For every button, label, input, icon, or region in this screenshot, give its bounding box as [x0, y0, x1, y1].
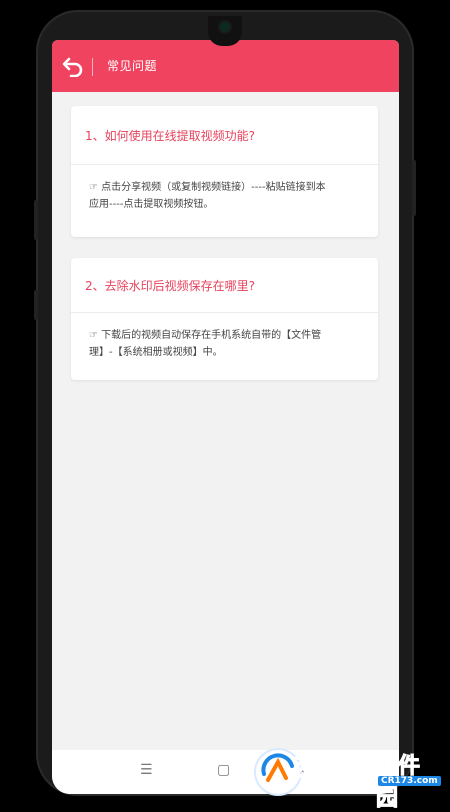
- front-camera: [220, 22, 230, 32]
- faq-card-2: 2、去除水印后视频保存在哪里? ☞ 下载后的视频自动保存在手机系统自带的【文件管…: [71, 258, 378, 380]
- faq-answer-line: 应用----点击提取视频按钮。: [89, 199, 214, 210]
- faq-card-1: 1、如何使用在线提取视频功能? ☞ 点击分享视频（或复制视频链接）----粘贴链…: [71, 106, 378, 237]
- page-title: 常见问题: [107, 59, 158, 73]
- watermark-logo: 西西 软件园 CR173.com: [256, 740, 441, 812]
- home-nav-button[interactable]: ▢: [217, 762, 230, 778]
- screen: 常见问题 1、如何使用在线提取视频功能? ☞ 点击分享视频（或复制视频链接）--…: [52, 40, 399, 794]
- watermark-url: CR173.com: [378, 776, 441, 786]
- faq-answer-line: ☞ 下载后的视频自动保存在手机系统自带的【文件管: [89, 330, 322, 341]
- power-button: [412, 160, 416, 216]
- faq-answer-line: ☞ 点击分享视频（或复制视频链接）----粘贴链接到本: [89, 182, 326, 193]
- faq-answer-line: 理】-【系统相册或视频】中。: [89, 347, 223, 358]
- faq-answer: ☞ 下载后的视频自动保存在手机系统自带的【文件管 理】-【系统相册或视频】中。: [71, 313, 378, 361]
- faq-question: 1、如何使用在线提取视频功能?: [71, 106, 378, 165]
- appbar-divider: [92, 58, 93, 76]
- faq-answer: ☞ 点击分享视频（或复制视频链接）----粘贴链接到本 应用----点击提取视频…: [71, 165, 378, 213]
- menu-nav-button[interactable]: ☰: [140, 762, 153, 778]
- faq-question: 2、去除水印后视频保存在哪里?: [71, 258, 378, 313]
- app-bar: 常见问题: [52, 40, 399, 92]
- volume-button: [34, 200, 38, 240]
- back-arrow-icon: [62, 57, 83, 77]
- volume-down-button: [34, 290, 38, 320]
- back-button[interactable]: [60, 54, 86, 80]
- watermark-text: 西西: [294, 754, 343, 783]
